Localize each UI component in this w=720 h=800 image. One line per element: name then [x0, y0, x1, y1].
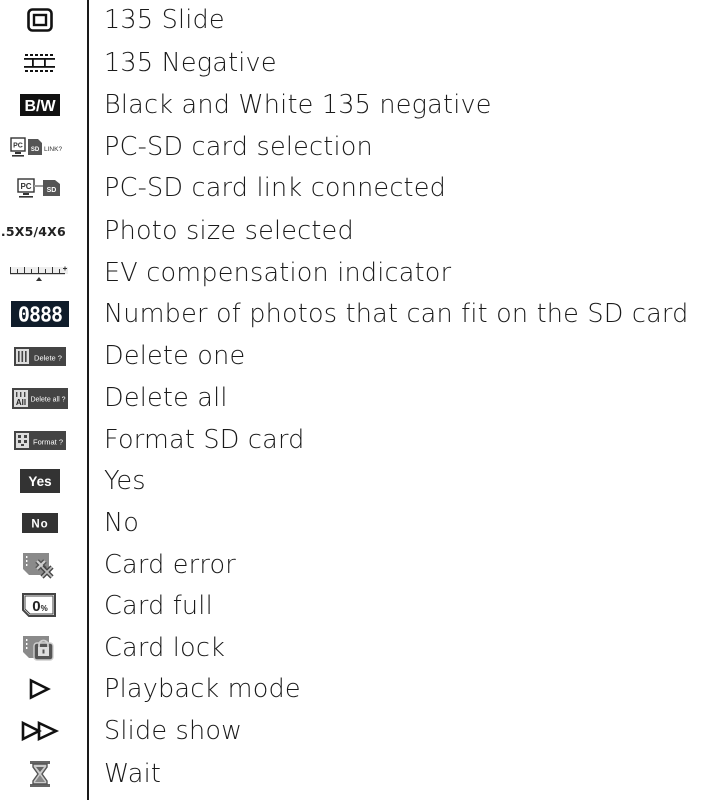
- legend-label: Delete one: [104, 341, 246, 371]
- legend-label: 135 Slide: [104, 5, 225, 35]
- format-card-icon: Format ?: [0, 420, 80, 460]
- bw-badge-icon: B/W: [0, 85, 80, 125]
- svg-text:PC: PC: [20, 182, 31, 191]
- legend-row: PC SD PC-SD card link connected: [0, 168, 720, 208]
- photo-counter-icon: 0888: [0, 294, 80, 334]
- legend-label: Format SD card: [104, 425, 305, 455]
- legend-row: Card error: [0, 545, 720, 585]
- legend-label: PC-SD card selection: [104, 132, 373, 162]
- card-error-icon: [0, 545, 80, 585]
- svg-text:0888: 0888: [18, 303, 62, 327]
- card-full-icon: 0%: [0, 586, 80, 626]
- legend-label: Playback mode: [104, 674, 301, 704]
- ev-scale-icon: [0, 253, 80, 293]
- film-strip-icon: [0, 43, 80, 83]
- slide-frame-icon: [0, 0, 80, 40]
- svg-text:B/W: B/W: [24, 98, 56, 115]
- photo-size-icon: 3.5X5/4X6: [0, 211, 80, 251]
- delete-one-icon: Delete ?: [0, 336, 80, 376]
- legend-row: Playback mode: [0, 669, 720, 709]
- card-lock-icon: [0, 628, 80, 668]
- legend-row: Format ? Format SD card: [0, 420, 720, 460]
- play-triangle-icon: [0, 669, 80, 709]
- legend-label: Black and White 135 negative: [104, 90, 492, 120]
- svg-text:SD: SD: [31, 147, 40, 153]
- svg-text:Delete ?: Delete ?: [34, 354, 62, 363]
- delete-all-icon: All Delete all ?: [0, 378, 80, 418]
- pc-sd-connected-icon: PC SD: [0, 168, 80, 208]
- icon-legend: 135 Slide 135 Negative B/W Black and Whi…: [0, 0, 720, 800]
- legend-row: B/W Black and White 135 negative: [0, 85, 720, 125]
- legend-row: 0% Card full: [0, 586, 720, 626]
- photo-size-text: 3.5X5/4X6: [0, 223, 66, 239]
- svg-text:SD: SD: [47, 187, 57, 194]
- svg-text:Format ?: Format ?: [33, 438, 63, 447]
- legend-label: Card full: [104, 591, 213, 621]
- legend-label: Photo size selected: [104, 216, 354, 246]
- legend-row: Wait: [0, 754, 720, 794]
- svg-text:PC: PC: [13, 143, 23, 150]
- legend-label: Slide show: [104, 716, 243, 746]
- legend-label: Number of photos that can fit on the SD …: [104, 299, 689, 329]
- svg-text:LINK?: LINK?: [44, 146, 62, 153]
- legend-label: No: [104, 508, 140, 538]
- double-triangle-icon: [0, 711, 80, 751]
- legend-row: 0888 Number of photos that can fit on th…: [0, 294, 720, 334]
- legend-row: 3.5X5/4X6 Photo size selected: [0, 211, 720, 251]
- legend-row: 135 Negative: [0, 43, 720, 83]
- legend-label: Wait: [104, 759, 162, 789]
- legend-label: Yes: [104, 466, 146, 496]
- svg-text:Yes: Yes: [28, 474, 51, 489]
- legend-label: EV compensation indicator: [104, 258, 452, 288]
- legend-row: 135 Slide: [0, 0, 720, 40]
- legend-label: 135 Negative: [104, 48, 277, 78]
- svg-text:All: All: [16, 398, 26, 407]
- legend-row: Delete ? Delete one: [0, 336, 720, 376]
- legend-label: Card error: [104, 550, 236, 580]
- no-badge-icon: No: [0, 503, 80, 543]
- legend-label: Delete all: [104, 383, 228, 413]
- hourglass-icon: [0, 754, 80, 794]
- svg-text:No: No: [31, 519, 48, 531]
- pc-sd-link-query-icon: PC SD LINK?: [0, 127, 80, 167]
- legend-row: Card lock: [0, 628, 720, 668]
- legend-label: Card lock: [104, 633, 226, 663]
- legend-label: PC-SD card link connected: [104, 173, 447, 203]
- legend-row: PC SD LINK? PC-SD card selection: [0, 127, 720, 167]
- legend-row: No No: [0, 503, 720, 543]
- legend-row: EV compensation indicator: [0, 253, 720, 293]
- yes-badge-icon: Yes: [0, 461, 80, 501]
- legend-row: Yes Yes: [0, 461, 720, 501]
- legend-row: All Delete all ? Delete all: [0, 378, 720, 418]
- legend-row: Slide show: [0, 711, 720, 751]
- svg-text:Delete all ?: Delete all ?: [30, 397, 65, 404]
